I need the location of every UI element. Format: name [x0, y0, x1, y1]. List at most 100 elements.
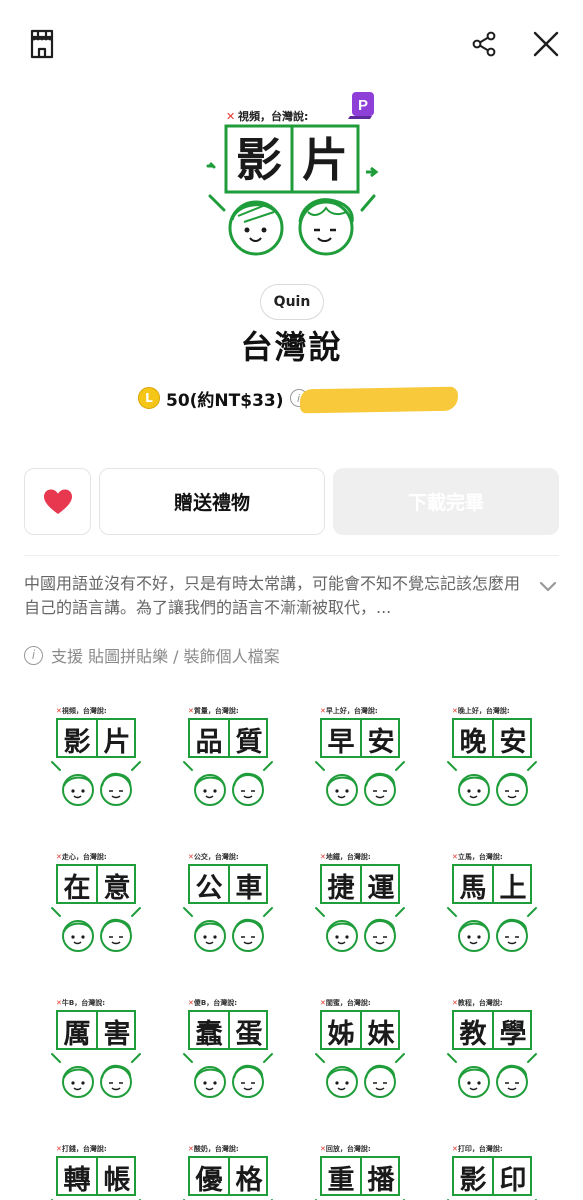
sticker-board: 姊妹 — [320, 1010, 400, 1050]
kids-illustration — [315, 761, 405, 806]
sticker-item[interactable]: ✕牛B，台灣說: 厲害 — [30, 982, 160, 1106]
sticker-char: 早 — [327, 726, 355, 758]
sticker-char: 片 — [103, 726, 131, 758]
sticker-board: 影印 — [452, 1156, 532, 1196]
sticker-char: 安 — [499, 726, 527, 758]
sticker-item[interactable]: ✕打錢，台灣說: 轉帳 — [30, 1128, 160, 1200]
sticker-board: 教學 — [452, 1010, 532, 1050]
chevron-down-icon[interactable] — [536, 574, 560, 598]
close-icon[interactable] — [526, 24, 566, 64]
sticker-char: 轉 — [63, 1164, 91, 1196]
kids-illustration — [51, 1053, 141, 1098]
sticker-char: 格 — [235, 1164, 263, 1196]
sticker-char: 蛋 — [235, 1018, 263, 1050]
sticker-char: 品 — [195, 726, 223, 758]
sticker-item[interactable]: ✕走心，台灣說: 在意 — [30, 836, 160, 960]
sticker-caption: ✕打印，台灣說: — [452, 1145, 503, 1153]
sticker-char: 安 — [367, 726, 395, 758]
gift-button[interactable]: 贈送禮物 — [99, 468, 325, 535]
sticker-char: 影 — [459, 1164, 487, 1196]
download-button[interactable]: 下載完畢 — [333, 468, 559, 535]
heart-icon — [43, 489, 72, 514]
sticker-char: 厲 — [63, 1018, 91, 1050]
sticker-char: 帳 — [103, 1164, 131, 1196]
price-row: L 50(約NT$33) i — [138, 384, 308, 412]
sticker-caption: ✕立馬，台灣說: — [452, 853, 503, 861]
share-icon[interactable] — [464, 24, 504, 64]
kids-illustration — [315, 1053, 405, 1098]
sticker-board: 公車 — [188, 864, 268, 904]
kids-illustration — [447, 1199, 537, 1200]
sticker-char: 運 — [367, 872, 395, 904]
sticker-char: 晚 — [459, 726, 487, 758]
hero-sticker-image: P ✕ 視頻，台灣說: 影 片 — [200, 88, 384, 256]
sticker-caption: ✕教程，台灣說: — [452, 999, 503, 1007]
premium-badge-icon: P — [358, 97, 368, 114]
sticker-board: 厲害 — [56, 1010, 136, 1050]
sticker-item[interactable]: ✕傻B，台灣說: 蠢蛋 — [162, 982, 292, 1106]
kids-illustration — [183, 907, 273, 952]
sticker-item[interactable]: ✕地鐵，台灣說: 捷運 — [294, 836, 424, 960]
redaction-mark — [299, 386, 459, 414]
shop-icon[interactable] — [22, 24, 62, 64]
kids-illustration — [315, 907, 405, 952]
sticker-caption: ✕晚上好，台灣說: — [452, 707, 510, 715]
sticker-item[interactable]: ✕酸奶，台灣說: 優格 — [162, 1128, 292, 1200]
action-buttons: 贈送禮物 下載完畢 — [24, 468, 559, 536]
sticker-item[interactable]: ✕質量，台灣說: 品質 — [162, 690, 292, 814]
sticker-char: 意 — [103, 872, 131, 904]
sticker-item[interactable]: ✕視頻，台灣說: 影片 — [30, 690, 160, 814]
sticker-char: 學 — [499, 1018, 527, 1050]
sticker-caption: ✕走心，台灣說: — [56, 853, 107, 861]
sticker-char: 車 — [235, 872, 263, 904]
info-icon: i — [24, 645, 43, 665]
sticker-item[interactable]: ✕打印，台灣說: 影印 — [426, 1128, 556, 1200]
sticker-caption: ✕質量，台灣說: — [188, 707, 239, 715]
sticker-board: 轉帳 — [56, 1156, 136, 1196]
price-text: 50(約NT$33) — [166, 390, 284, 411]
sticker-caption: ✕牛B，台灣說: — [56, 999, 106, 1007]
sticker-char: 在 — [63, 872, 91, 904]
favorite-button[interactable] — [24, 468, 91, 535]
sticker-board: 在意 — [56, 864, 136, 904]
line-coin-icon: L — [138, 387, 160, 409]
sticker-char: 教 — [459, 1018, 487, 1050]
sticker-caption: ✕閨蜜，台灣說: — [320, 999, 371, 1007]
kids-illustration — [183, 1053, 273, 1098]
sticker-caption: ✕傻B，台灣說: — [188, 999, 238, 1007]
sticker-item[interactable]: ✕立馬，台灣說: 馬上 — [426, 836, 556, 960]
sticker-item[interactable]: ✕晚上好，台灣說: 晚安 — [426, 690, 556, 814]
sticker-board: 馬上 — [452, 864, 532, 904]
sticker-board: 影片 — [56, 718, 136, 758]
sticker-char: 印 — [499, 1164, 527, 1196]
sticker-char: 上 — [499, 872, 527, 904]
divider — [24, 555, 559, 556]
kids-illustration — [51, 761, 141, 806]
kids-illustration — [183, 1199, 273, 1200]
sticker-item[interactable]: ✕公交，台灣說: 公車 — [162, 836, 292, 960]
sticker-item[interactable]: ✕閨蜜，台灣說: 姊妹 — [294, 982, 424, 1106]
sticker-item[interactable]: ✕教程，台灣說: 教學 — [426, 982, 556, 1106]
sticker-item[interactable]: ✕回放，台灣說: 重播 — [294, 1128, 424, 1200]
sticker-board: 優格 — [188, 1156, 268, 1196]
sticker-char: 馬 — [459, 872, 487, 904]
sticker-board: 蠢蛋 — [188, 1010, 268, 1050]
kids-illustration — [315, 1199, 405, 1200]
top-bar — [0, 0, 583, 88]
sticker-char: 捷 — [327, 872, 355, 904]
sticker-caption: ✕視頻，台灣說: — [56, 707, 107, 715]
kids-illustration — [51, 907, 141, 952]
sticker-caption: ✕酸奶，台灣說: — [188, 1145, 239, 1153]
kids-illustration — [183, 761, 273, 806]
sticker-board: 早安 — [320, 718, 400, 758]
author-pill[interactable]: Quin — [260, 284, 324, 320]
sticker-caption: ✕打錢，台灣說: — [56, 1145, 107, 1153]
sticker-char: 害 — [103, 1018, 131, 1050]
sticker-char: 優 — [195, 1164, 223, 1196]
support-text: 支援 貼圖拼貼樂 / 裝飾個人檔案 — [51, 647, 280, 666]
sticker-caption: ✕公交，台灣說: — [188, 853, 239, 861]
sticker-board: 重播 — [320, 1156, 400, 1196]
svg-text:影: 影 — [236, 133, 282, 187]
sticker-item[interactable]: ✕早上好，台灣說: 早安 — [294, 690, 424, 814]
sticker-char: 播 — [367, 1164, 395, 1196]
